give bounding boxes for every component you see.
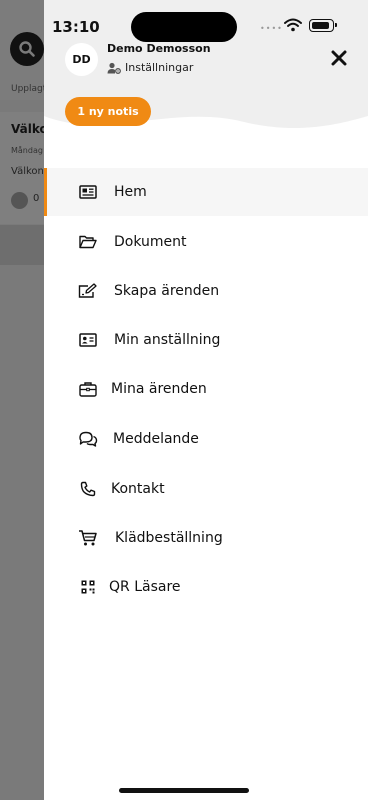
background-posted-label: Upplagt: [11, 84, 47, 94]
folder-icon: [78, 232, 98, 252]
menu-item-label: QR Läsare: [109, 579, 181, 595]
settings-link[interactable]: Inställningar: [107, 61, 193, 74]
background-card-date: Måndag: [11, 146, 43, 155]
battery-icon: [309, 19, 337, 32]
wifi-icon: [284, 18, 302, 32]
avatar[interactable]: DD: [65, 43, 98, 76]
user-name: Demo Demosson: [107, 42, 211, 55]
search-button: [10, 32, 44, 66]
menu-item-label: Min anställning: [114, 332, 221, 348]
briefcase-icon: [78, 379, 98, 399]
menu-item-kladbestallning[interactable]: Klädbeställning: [44, 514, 368, 562]
cart-icon: [78, 528, 98, 548]
menu-item-dokument[interactable]: Dokument: [44, 218, 368, 266]
home-indicator[interactable]: [119, 788, 249, 793]
qr-icon: [78, 577, 98, 597]
news-icon: [78, 182, 98, 202]
id-card-icon: [78, 330, 98, 350]
menu-item-label: Skapa ärenden: [114, 283, 220, 299]
like-icon: [11, 192, 28, 209]
menu-item-qr-lasare[interactable]: QR Läsare: [44, 563, 368, 611]
menu-item-label: Meddelande: [113, 431, 199, 447]
background-like-count: 0: [33, 193, 40, 204]
user-settings-icon: [107, 62, 121, 74]
menu-item-label: Klädbeställning: [115, 530, 223, 546]
phone-icon: [78, 479, 98, 499]
background-card-text: Välkon: [11, 166, 44, 177]
menu-item-hem[interactable]: Hem: [44, 168, 368, 216]
search-icon: [19, 41, 35, 57]
menu-item-mina-arenden[interactable]: Mina ärenden: [44, 365, 368, 413]
menu-item-label: Dokument: [114, 234, 187, 250]
dynamic-island: [131, 12, 237, 42]
menu-item-kontakt[interactable]: Kontakt: [44, 465, 368, 513]
close-icon: [331, 50, 347, 66]
settings-label: Inställningar: [125, 61, 194, 74]
menu-item-meddelande[interactable]: Meddelande: [44, 415, 368, 463]
menu-item-label: Hem: [114, 184, 147, 200]
chat-icon: [78, 429, 98, 449]
menu-item-min-anstallning[interactable]: Min anställning: [44, 316, 368, 364]
edit-icon: [78, 281, 98, 301]
menu-item-skapa-arenden[interactable]: Skapa ärenden: [44, 267, 368, 315]
signal-icon: ••••: [260, 24, 283, 33]
background-card-title: Välko: [11, 122, 48, 136]
notification-badge-button[interactable]: 1 ny notis: [65, 97, 151, 126]
close-button[interactable]: [328, 47, 350, 69]
menu-item-label: Kontakt: [111, 481, 165, 497]
menu-item-label: Mina ärenden: [111, 381, 207, 397]
status-time: 13:10: [52, 18, 100, 36]
